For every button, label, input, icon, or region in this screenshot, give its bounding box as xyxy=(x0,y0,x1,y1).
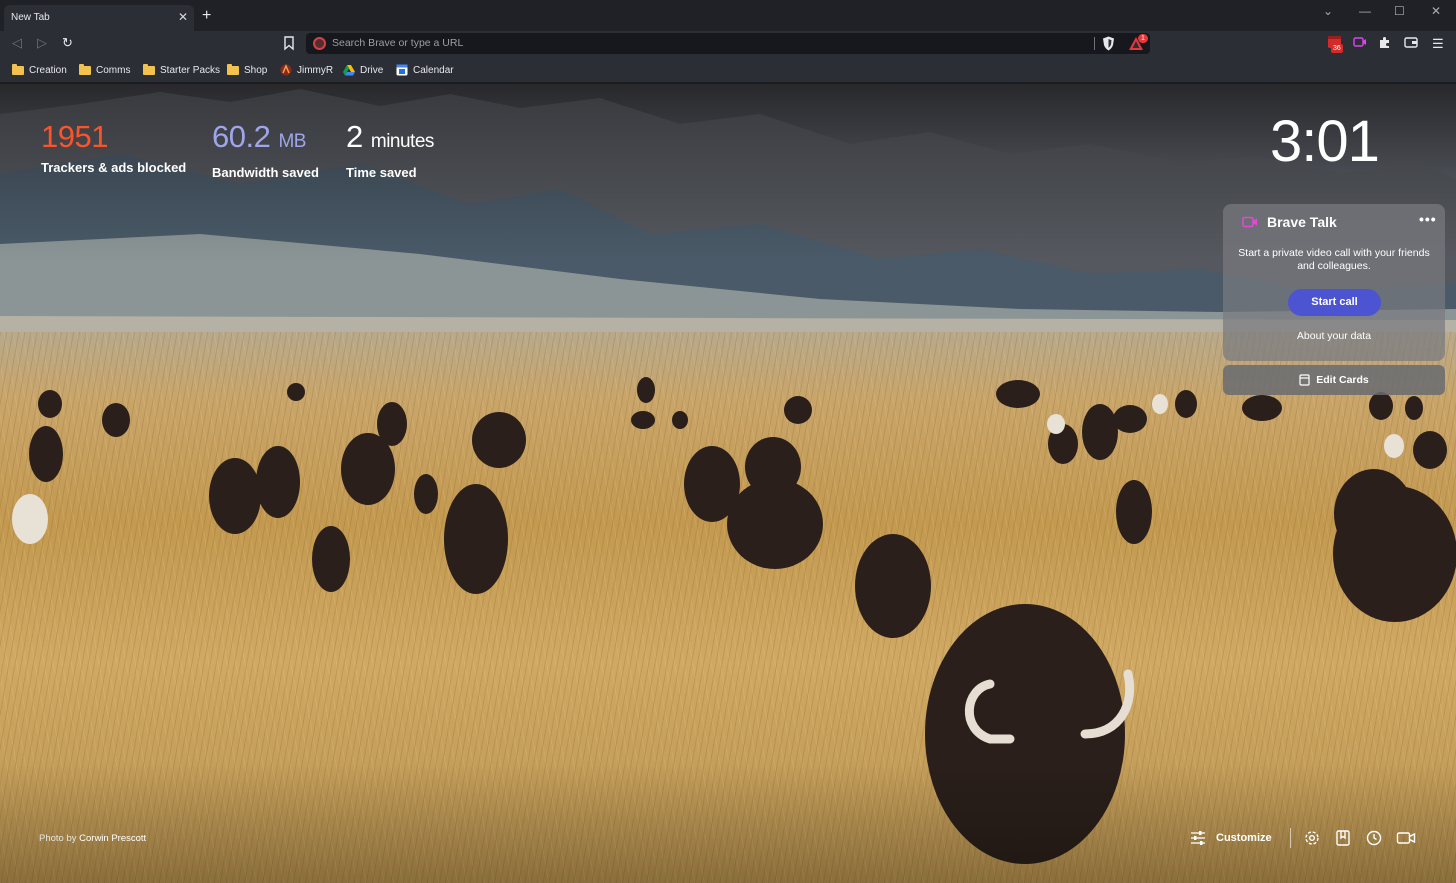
folder-icon xyxy=(227,63,239,75)
start-call-button[interactable]: Start call xyxy=(1288,289,1381,316)
bookmark-label: Drive xyxy=(360,64,384,76)
photo-credit-prefix: Photo by xyxy=(39,833,77,844)
bookmark-comms[interactable]: Comms xyxy=(79,63,130,77)
tab-new-tab[interactable]: New Tab ✕ xyxy=(4,5,194,31)
brave-talk-card: Brave Talk ••• Start a private video cal… xyxy=(1223,204,1445,361)
edit-cards-button[interactable]: Edit Cards xyxy=(1223,365,1445,395)
tab-title: New Tab xyxy=(11,12,50,23)
bookmarks-icon[interactable] xyxy=(1334,829,1352,847)
close-window-button[interactable]: ✕ xyxy=(1431,4,1441,18)
calendar-favicon xyxy=(396,64,408,76)
bottom-toolbar: Customize xyxy=(1190,826,1429,850)
bookmark-calendar[interactable]: Calendar xyxy=(396,63,454,77)
edit-cards-label: Edit Cards xyxy=(1316,374,1369,386)
bookmark-label: Calendar xyxy=(413,64,454,76)
bandwidth-label: Bandwidth saved xyxy=(212,165,319,180)
tab-close-icon[interactable]: ✕ xyxy=(178,10,188,24)
stat-bandwidth-saved: 60.2 MB Bandwidth saved xyxy=(212,120,319,181)
brave-talk-icon[interactable] xyxy=(1396,829,1416,847)
folder-icon xyxy=(79,63,91,75)
clock: 3:01 xyxy=(1270,109,1380,174)
folder-icon xyxy=(12,63,24,75)
stat-time-saved: 2 minutes Time saved xyxy=(346,120,434,181)
address-bar-divider xyxy=(1094,37,1095,50)
toolbar: ◁ ▷ ↻ Search Brave or type a URL 1 36 ☰ xyxy=(0,31,1456,57)
address-bar[interactable]: Search Brave or type a URL 1 xyxy=(306,33,1150,54)
search-engine-icon xyxy=(313,37,326,50)
tab-search-dropdown-icon[interactable]: ⌄ xyxy=(1323,4,1333,18)
stat-trackers-blocked: 1951 Trackers & ads blocked xyxy=(41,119,187,176)
time-value: 2 xyxy=(346,119,363,154)
extension-badge: 36 xyxy=(1331,44,1343,53)
extensions-puzzle-icon[interactable] xyxy=(1378,36,1391,49)
about-your-data-link[interactable]: About your data xyxy=(1233,330,1435,342)
back-button[interactable]: ◁ xyxy=(12,35,22,51)
tab-strip: New Tab ✕ + ⌄ — ☐ ✕ xyxy=(0,0,1456,31)
photo-credit-author[interactable]: Corwin Prescott xyxy=(79,833,146,844)
cards-icon xyxy=(1299,374,1310,386)
new-tab-page: 1951 Trackers & ads blocked 60.2 MB Band… xyxy=(0,84,1456,883)
jimmyr-favicon xyxy=(280,64,292,76)
brave-talk-title: Brave Talk xyxy=(1267,214,1337,230)
bandwidth-value: 60.2 xyxy=(212,119,271,154)
menu-icon[interactable]: ☰ xyxy=(1432,36,1444,52)
bookmark-label: JimmyR xyxy=(297,64,334,76)
rewards-badge: 1 xyxy=(1138,34,1148,43)
customize-button[interactable]: Customize xyxy=(1216,832,1272,844)
bookmark-label: Starter Packs xyxy=(160,64,221,76)
reload-button[interactable]: ↻ xyxy=(62,35,73,51)
history-icon[interactable] xyxy=(1365,829,1383,847)
video-camera-icon xyxy=(1242,216,1257,228)
bookmark-jimmyr[interactable]: JimmyR xyxy=(280,63,333,77)
more-options-icon[interactable]: ••• xyxy=(1419,211,1437,227)
drive-favicon xyxy=(343,65,355,76)
folder-icon xyxy=(143,63,155,75)
bookmark-creation[interactable]: Creation xyxy=(12,63,67,77)
forward-button[interactable]: ▷ xyxy=(37,35,47,51)
bandwidth-unit: MB xyxy=(278,131,306,152)
brave-talk-extension-icon[interactable] xyxy=(1353,36,1367,48)
bookmark-icon[interactable] xyxy=(283,35,295,51)
bookmark-label: Comms xyxy=(96,64,131,76)
wallet-icon[interactable] xyxy=(1404,36,1418,48)
time-unit: minutes xyxy=(370,131,435,152)
address-bar-placeholder: Search Brave or type a URL xyxy=(332,37,464,49)
bookmark-starter-packs[interactable]: Starter Packs xyxy=(143,63,220,77)
bookmark-drive[interactable]: Drive xyxy=(343,63,383,77)
time-amount: 2 minutes xyxy=(346,120,434,159)
bottom-divider xyxy=(1289,828,1291,848)
bookmarks-bar: Creation Comms Starter Packs Shop JimmyR xyxy=(0,57,1456,83)
trackers-label: Trackers & ads blocked xyxy=(41,160,187,175)
maximize-button[interactable]: ☐ xyxy=(1394,4,1405,18)
time-label: Time saved xyxy=(346,165,417,180)
bandwidth-amount: 60.2 MB xyxy=(212,120,319,159)
bookmark-label: Creation xyxy=(29,64,67,76)
trackers-count: 1951 xyxy=(41,119,108,154)
new-tab-button[interactable]: + xyxy=(202,7,211,25)
minimize-button[interactable]: — xyxy=(1359,4,1371,18)
photo-credit: Photo by Corwin Prescott xyxy=(39,833,146,844)
bookmark-shop[interactable]: Shop xyxy=(227,63,267,77)
settings-gear-icon[interactable] xyxy=(1303,829,1321,847)
customize-sliders-icon[interactable] xyxy=(1190,831,1206,845)
bookmark-label: Shop xyxy=(244,64,268,76)
browser-window: New Tab ✕ + ⌄ — ☐ ✕ ◁ ▷ ↻ Search Brave o… xyxy=(0,0,1456,883)
brave-talk-description: Start a private video call with your fri… xyxy=(1238,247,1430,272)
brave-shields-icon[interactable] xyxy=(1102,36,1115,51)
